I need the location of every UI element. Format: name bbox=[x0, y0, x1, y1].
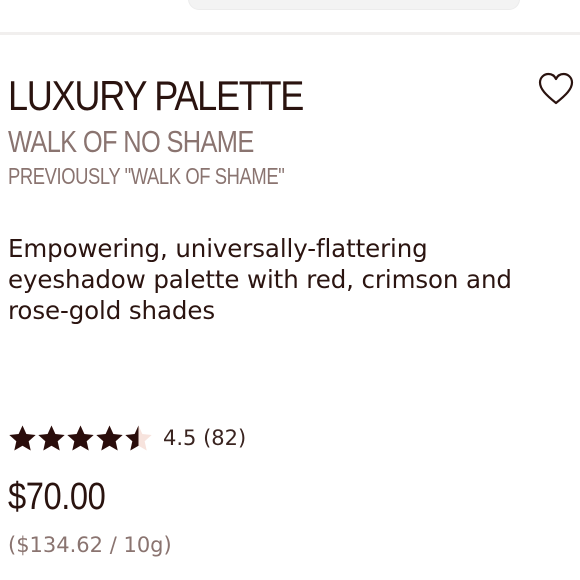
product-title: LUXURY PALETTE bbox=[8, 72, 304, 119]
heart-outline-icon bbox=[538, 72, 574, 105]
product-description: Empowering, universally-flattering eyesh… bbox=[8, 234, 512, 325]
rating-text: 4.5 (82) bbox=[163, 426, 247, 450]
header-divider bbox=[0, 32, 580, 35]
unit-price: ($134.62 / 10g) bbox=[8, 533, 172, 557]
star-icon bbox=[125, 424, 152, 450]
search-bar[interactable] bbox=[188, 0, 520, 10]
star-icon bbox=[67, 424, 94, 450]
star-icon bbox=[96, 424, 123, 450]
previous-shade-name: PREVIOUSLY "WALK OF SHAME" bbox=[8, 163, 285, 189]
rating-summary[interactable]: 4.5 (82) bbox=[8, 420, 246, 456]
shade-name: WALK OF NO SHAME bbox=[8, 124, 254, 159]
product-price: $70.00 bbox=[8, 476, 106, 518]
wishlist-button[interactable] bbox=[538, 72, 574, 108]
star-icon bbox=[38, 424, 65, 450]
header-area bbox=[0, 0, 580, 32]
rating-stars bbox=[8, 424, 153, 453]
star-icon bbox=[9, 424, 36, 450]
